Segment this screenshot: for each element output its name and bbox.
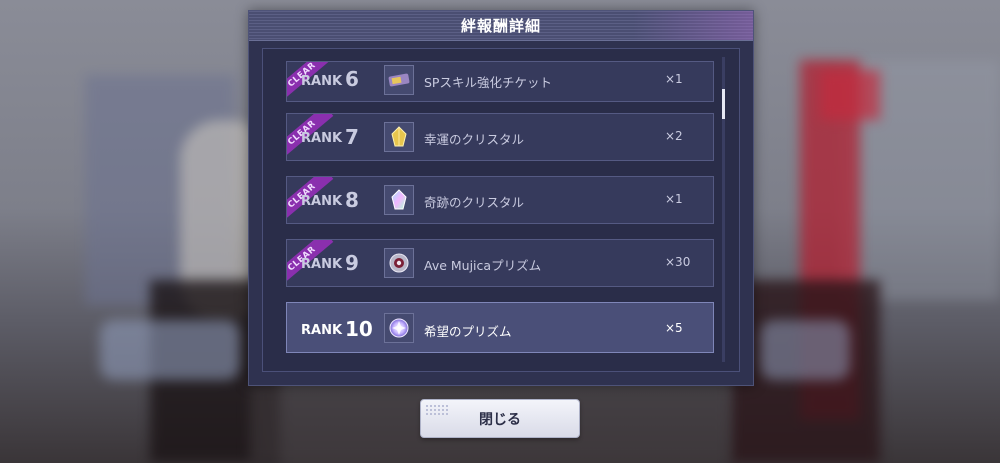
dialog-header: 絆報酬詳細 bbox=[249, 11, 753, 41]
rank-label: RANK bbox=[301, 257, 343, 272]
close-button-label: 閉じる bbox=[479, 411, 521, 428]
rank-label: RANK bbox=[301, 194, 343, 209]
reward-row-rank-10: RANK 10 希望のプリズム ×5 bbox=[286, 302, 714, 353]
item-quantity: ×30 bbox=[665, 255, 691, 269]
hope-prism-icon bbox=[384, 313, 414, 343]
dialog-title: 絆報酬詳細 bbox=[460, 17, 541, 35]
reward-row-rank-7: CLEAR RANK 7 幸運のクリスタル ×2 bbox=[286, 113, 714, 161]
rank-number: 9 bbox=[345, 251, 359, 275]
band-prism-icon bbox=[384, 248, 414, 278]
reward-row-rank-9: CLEAR RANK 9 Ave Mujicaプリズム ×30 bbox=[286, 239, 714, 287]
rank-label: RANK bbox=[301, 131, 343, 146]
bond-reward-dialog: 絆報酬詳細 CLEAR RANK 6 SPスキル強化チケット ×1 CLEAR … bbox=[248, 10, 754, 386]
rank-number: 7 bbox=[345, 125, 359, 149]
reward-row-rank-8: CLEAR RANK 8 奇跡のクリスタル ×1 bbox=[286, 176, 714, 224]
item-name: 幸運のクリスタル bbox=[424, 132, 525, 147]
item-name: 奇跡のクリスタル bbox=[424, 195, 525, 210]
scrollbar-thumb[interactable] bbox=[722, 89, 725, 119]
rank-label: RANK bbox=[301, 323, 343, 338]
rank-number: 6 bbox=[345, 67, 359, 91]
yellow-crystal-icon bbox=[384, 122, 414, 152]
reward-list[interactable]: CLEAR RANK 6 SPスキル強化チケット ×1 CLEAR RANK 7… bbox=[262, 48, 740, 372]
reward-row-rank-6: CLEAR RANK 6 SPスキル強化チケット ×1 bbox=[286, 61, 714, 102]
rank-number: 8 bbox=[345, 188, 359, 212]
ticket-icon bbox=[384, 65, 414, 95]
rank-number: 10 bbox=[345, 317, 373, 341]
item-quantity: ×1 bbox=[665, 192, 683, 206]
item-quantity: ×5 bbox=[665, 321, 683, 335]
rainbow-crystal-icon bbox=[384, 185, 414, 215]
rank-label: RANK bbox=[301, 74, 343, 89]
item-name: 希望のプリズム bbox=[424, 324, 512, 339]
dot-pattern-decoration bbox=[425, 404, 449, 416]
item-quantity: ×1 bbox=[665, 72, 683, 86]
item-quantity: ×2 bbox=[665, 129, 683, 143]
close-button[interactable]: 閉じる bbox=[420, 399, 580, 438]
item-name: SPスキル強化チケット bbox=[424, 75, 552, 90]
item-name: Ave Mujicaプリズム bbox=[424, 258, 542, 273]
